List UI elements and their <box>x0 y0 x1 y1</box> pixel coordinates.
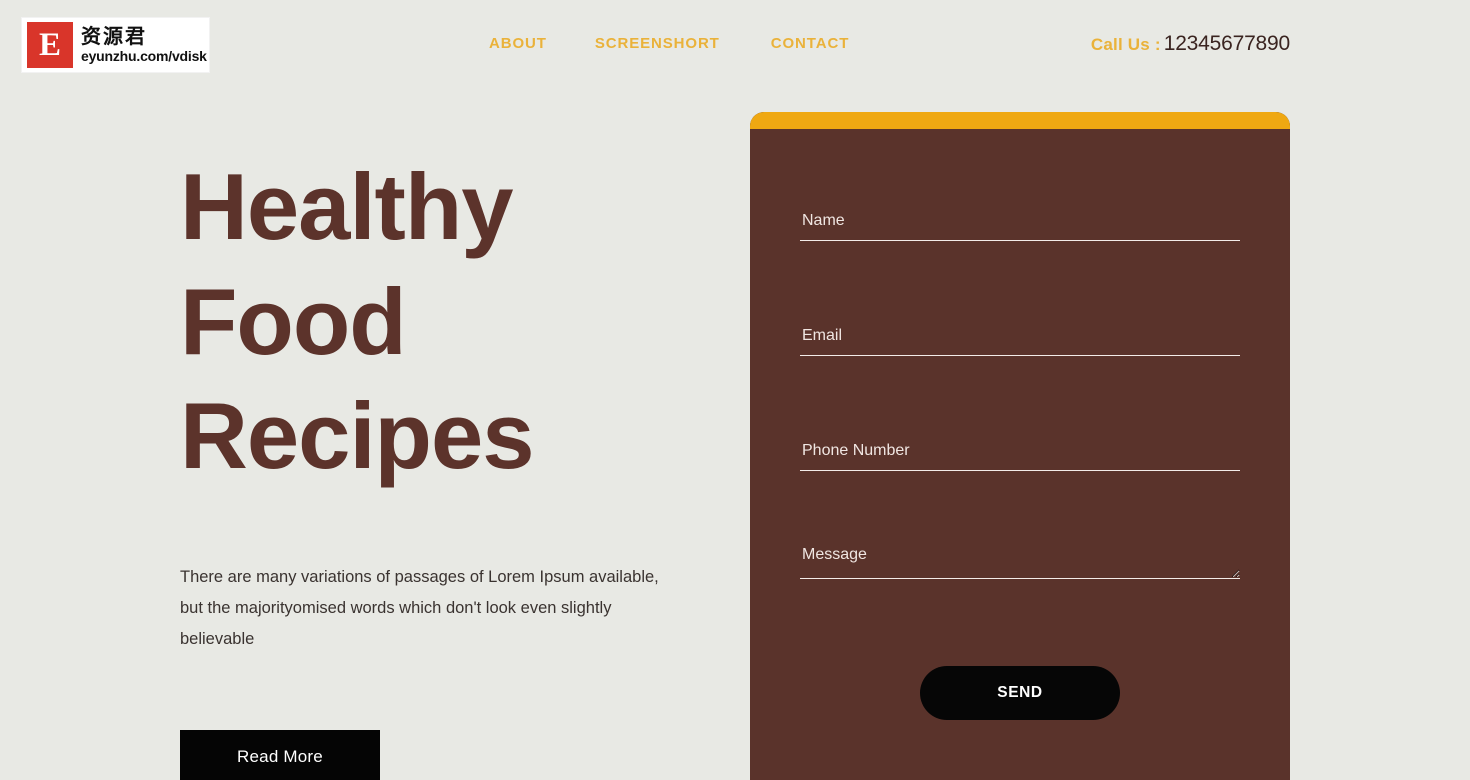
read-more-button[interactable]: Read More <box>180 730 380 780</box>
hero-section: Healthy Food Recipes There are many vari… <box>180 150 740 780</box>
watermark-url-label: eyunzhu.com/vdisk <box>81 48 207 64</box>
message-textarea[interactable] <box>800 545 1240 579</box>
nav-link-contact[interactable]: CONTACT <box>771 35 850 52</box>
panel-accent-bar <box>750 112 1290 129</box>
watermark-overlay: E 资源君 eyunzhu.com/vdisk <box>21 17 210 73</box>
watermark-cn-label: 资源君 <box>81 26 207 47</box>
nav-link-screenshort[interactable]: SCREENSHORT <box>595 35 720 52</box>
field-row-name <box>800 207 1240 241</box>
field-row-message <box>800 545 1240 579</box>
send-button[interactable]: SEND <box>920 666 1120 720</box>
watermark-text: 资源君 eyunzhu.com/vdisk <box>81 26 207 64</box>
contact-panel: SEND <box>750 112 1290 780</box>
call-us-label: Call Us : <box>1091 35 1161 55</box>
field-row-email <box>800 322 1240 356</box>
hero-description: There are many variations of passages of… <box>180 562 685 655</box>
call-us-block: Call Us : 12345677890 <box>1091 32 1290 56</box>
nav-link-about[interactable]: ABOUT <box>489 35 547 52</box>
call-us-number[interactable]: 12345677890 <box>1164 32 1290 56</box>
field-row-phone <box>800 437 1240 471</box>
name-input[interactable] <box>800 207 1240 241</box>
page-title: Healthy Food Recipes <box>180 150 600 494</box>
email-input[interactable] <box>800 322 1240 356</box>
watermark-logo-icon: E <box>27 22 73 68</box>
main-navigation: ABOUT SCREENSHORT CONTACT <box>489 35 849 52</box>
phone-input[interactable] <box>800 437 1240 471</box>
site-header: Spicy ABOUT SCREENSHORT CONTACT Call Us … <box>0 0 1470 90</box>
